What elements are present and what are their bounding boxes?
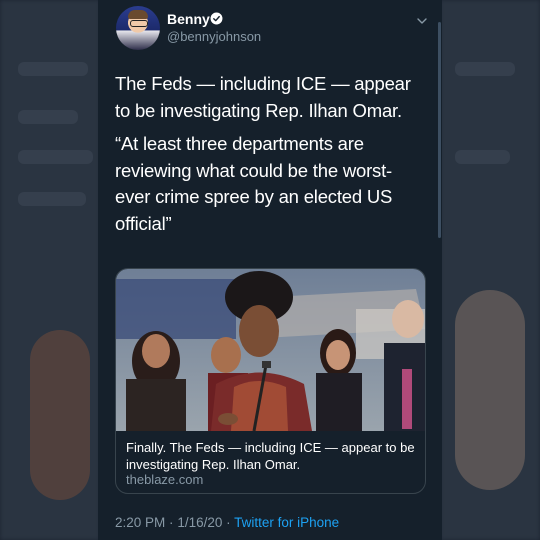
meta-separator: · <box>169 515 174 530</box>
blurred-text-fragment <box>18 192 86 206</box>
link-preview-domain[interactable]: theblaze.com <box>126 472 203 487</box>
blurred-text-fragment <box>18 150 93 164</box>
avatar-glasses <box>130 20 148 27</box>
blurred-photo-fragment <box>455 290 525 490</box>
tweet-date[interactable]: 1/16/20 <box>177 515 222 530</box>
blurred-photo-fragment <box>30 330 90 500</box>
blurred-text-fragment <box>18 62 88 76</box>
blurred-text-fragment <box>18 110 78 124</box>
tweet-text-paragraph-1: The Feds — including ICE — appear to be … <box>115 73 411 121</box>
user-handle[interactable]: @bennyjohnson <box>167 29 261 44</box>
tweet-time[interactable]: 2:20 PM <box>115 515 165 530</box>
avatar[interactable] <box>116 6 160 50</box>
meta-separator: · <box>226 515 231 530</box>
tweet-text-paragraph-2: “At least three departments are reviewin… <box>115 133 393 234</box>
tweet-metadata: 2:20 PM · 1/16/20 · Twitter for iPhone <box>115 515 339 530</box>
avatar-hair <box>128 10 148 19</box>
link-preview-title[interactable]: Finally. The Feds — including ICE — appe… <box>126 439 418 473</box>
link-preview-image <box>116 269 425 431</box>
user-display-name[interactable]: Benny <box>167 11 210 27</box>
blurred-text-fragment <box>455 150 510 164</box>
scrollbar[interactable] <box>438 22 441 238</box>
tweet-source-link[interactable]: Twitter for iPhone <box>234 515 339 530</box>
verified-badge-icon <box>210 12 223 25</box>
blurred-text-fragment <box>455 62 515 76</box>
chevron-down-icon[interactable] <box>416 15 428 27</box>
link-preview-card[interactable]: Finally. The Feds — including ICE — appe… <box>115 268 426 494</box>
